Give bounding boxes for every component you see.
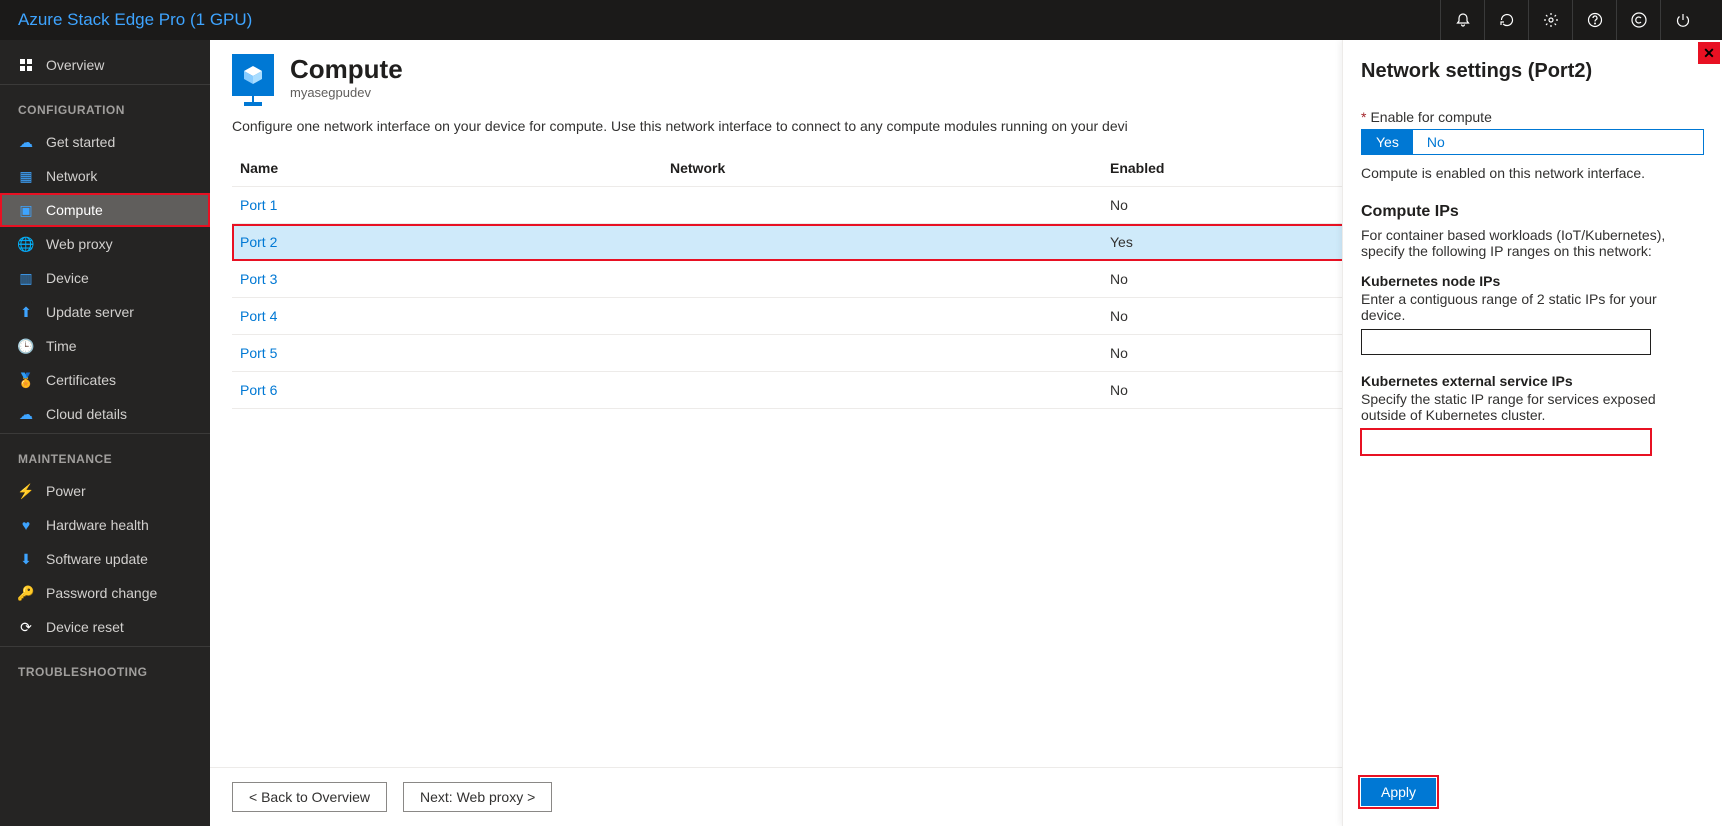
- apply-button[interactable]: Apply: [1361, 778, 1436, 806]
- help-icon[interactable]: [1572, 0, 1616, 40]
- sidebar-section-maintenance: MAINTENANCE: [0, 433, 210, 474]
- bell-icon[interactable]: [1440, 0, 1484, 40]
- device-icon: ▥: [18, 270, 34, 286]
- overview-icon: [18, 57, 34, 73]
- topbar-icon-group: [1440, 0, 1704, 40]
- sidebar-item-label: Update server: [46, 304, 134, 320]
- port-network: [662, 261, 1102, 298]
- node-ips-input[interactable]: [1361, 329, 1651, 355]
- cert-icon: 🏅: [18, 372, 34, 388]
- sidebar-item-label: Overview: [46, 57, 104, 73]
- sidebar-item-power[interactable]: ⚡ Power: [0, 474, 210, 508]
- topbar: Azure Stack Edge Pro (1 GPU): [0, 0, 1722, 40]
- sidebar-item-label: Network: [46, 168, 97, 184]
- sidebar-item-hardware-health[interactable]: ♥ Hardware health: [0, 508, 210, 542]
- compute-ips-heading: Compute IPs: [1361, 203, 1704, 221]
- sidebar: Overview CONFIGURATION ☁ Get started ▦ Net…: [0, 40, 210, 826]
- sidebar-item-password-change[interactable]: 🔑 Password change: [0, 576, 210, 610]
- software-icon: ⬇: [18, 551, 34, 567]
- sidebar-section-configuration: CONFIGURATION: [0, 84, 210, 125]
- col-name[interactable]: Name: [232, 150, 662, 187]
- cloud-icon: ☁: [18, 134, 34, 150]
- sidebar-item-compute[interactable]: ▣ Compute: [0, 193, 210, 227]
- port-network: [662, 335, 1102, 372]
- sidebar-item-cloud-details[interactable]: ☁ Cloud details: [0, 397, 210, 431]
- compute-icon: ▣: [18, 202, 34, 218]
- node-ips-desc: Enter a contiguous range of 2 static IPs…: [1361, 291, 1704, 323]
- product-title[interactable]: Azure Stack Edge Pro (1 GPU): [18, 10, 252, 30]
- sidebar-item-label: Device: [46, 270, 89, 286]
- sidebar-item-network[interactable]: ▦ Network: [0, 159, 210, 193]
- port-name[interactable]: Port 5: [232, 335, 662, 372]
- bolt-icon: ⚡: [18, 483, 34, 499]
- service-ips-label: Kubernetes external service IPs: [1361, 373, 1704, 389]
- back-button[interactable]: < Back to Overview: [232, 782, 387, 812]
- page-subtitle: myasegpudev: [290, 85, 403, 100]
- sidebar-item-label: Web proxy: [46, 236, 113, 252]
- reset-icon: ⟳: [18, 619, 34, 635]
- clock-icon: 🕒: [18, 338, 34, 354]
- sidebar-item-certificates[interactable]: 🏅 Certificates: [0, 363, 210, 397]
- port-name[interactable]: Port 4: [232, 298, 662, 335]
- sidebar-item-get-started[interactable]: ☁ Get started: [0, 125, 210, 159]
- sidebar-item-label: Cloud details: [46, 406, 127, 422]
- enable-toggle[interactable]: Yes No: [1361, 129, 1704, 155]
- sidebar-item-update-server[interactable]: ⬆ Update server: [0, 295, 210, 329]
- port-network: [662, 298, 1102, 335]
- node-ips-label: Kubernetes node IPs: [1361, 273, 1704, 289]
- enable-info: Compute is enabled on this network inter…: [1361, 165, 1704, 181]
- upload-icon: ⬆: [18, 304, 34, 320]
- compute-page-icon: [232, 54, 274, 96]
- next-button[interactable]: Next: Web proxy >: [403, 782, 552, 812]
- enable-label: *Enable for compute: [1361, 109, 1704, 125]
- sidebar-item-label: Get started: [46, 134, 115, 150]
- sidebar-item-label: Password change: [46, 585, 157, 601]
- compute-ips-desc: For container based workloads (IoT/Kuber…: [1361, 227, 1704, 259]
- refresh-icon[interactable]: [1484, 0, 1528, 40]
- toggle-no[interactable]: No: [1413, 130, 1459, 154]
- sidebar-item-device-reset[interactable]: ⟳ Device reset: [0, 610, 210, 644]
- power-icon[interactable]: [1660, 0, 1704, 40]
- port-network: [662, 224, 1102, 261]
- key-icon: 🔑: [18, 585, 34, 601]
- port-name[interactable]: Port 6: [232, 372, 662, 409]
- cloud-details-icon: ☁: [18, 406, 34, 422]
- port-network: [662, 187, 1102, 224]
- panel-title: Network settings (Port2): [1361, 60, 1704, 83]
- close-icon[interactable]: ✕: [1698, 42, 1720, 64]
- network-settings-panel: ✕ Network settings (Port2) *Enable for c…: [1342, 40, 1722, 826]
- sidebar-item-label: Hardware health: [46, 517, 149, 533]
- page-title: Compute: [290, 54, 403, 85]
- globe-icon: 🌐: [18, 236, 34, 252]
- port-name[interactable]: Port 2: [232, 224, 662, 261]
- sidebar-item-label: Certificates: [46, 372, 116, 388]
- sidebar-item-web-proxy[interactable]: 🌐 Web proxy: [0, 227, 210, 261]
- sidebar-item-software-update[interactable]: ⬇ Software update: [0, 542, 210, 576]
- network-icon: ▦: [18, 168, 34, 184]
- service-ips-input[interactable]: [1361, 429, 1651, 455]
- port-name[interactable]: Port 1: [232, 187, 662, 224]
- sidebar-item-device[interactable]: ▥ Device: [0, 261, 210, 295]
- col-network[interactable]: Network: [662, 150, 1102, 187]
- sidebar-item-label: Time: [46, 338, 77, 354]
- sidebar-item-label: Power: [46, 483, 86, 499]
- sidebar-item-overview[interactable]: Overview: [0, 48, 210, 82]
- health-icon: ♥: [18, 517, 34, 533]
- toggle-yes[interactable]: Yes: [1362, 130, 1413, 154]
- shell: Overview CONFIGURATION ☁ Get started ▦ Net…: [0, 40, 1722, 826]
- gear-icon[interactable]: [1528, 0, 1572, 40]
- port-name[interactable]: Port 3: [232, 261, 662, 298]
- sidebar-item-label: Device reset: [46, 619, 124, 635]
- copyright-icon[interactable]: [1616, 0, 1660, 40]
- sidebar-item-label: Compute: [46, 202, 103, 218]
- sidebar-item-time[interactable]: 🕒 Time: [0, 329, 210, 363]
- sidebar-item-label: Software update: [46, 551, 148, 567]
- sidebar-section-troubleshooting: TROUBLESHOOTING: [0, 646, 210, 687]
- service-ips-desc: Specify the static IP range for services…: [1361, 391, 1704, 423]
- main: Compute myasegpudev Configure one networ…: [210, 40, 1722, 826]
- port-network: [662, 372, 1102, 409]
